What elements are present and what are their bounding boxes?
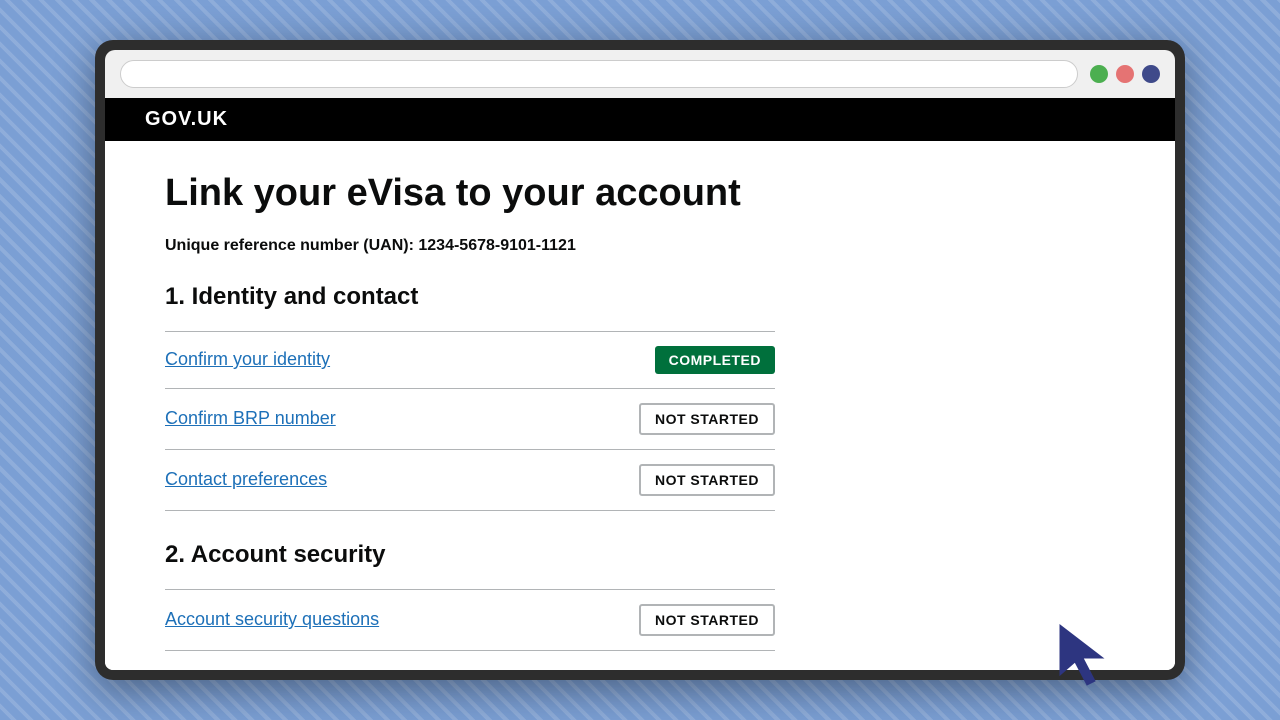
confirm-identity-link[interactable]: Confirm your identity bbox=[165, 349, 330, 370]
section1-heading: 1. Identity and contact bbox=[165, 283, 1115, 311]
page-content: Link your eVisa to your account Unique r… bbox=[105, 141, 1175, 670]
browser-content: GOV.UK Link your eVisa to your account U… bbox=[105, 98, 1175, 670]
table-row: Confirm BRP number NOT STARTED bbox=[165, 389, 775, 450]
traffic-lights bbox=[1090, 65, 1160, 83]
browser-chrome bbox=[105, 50, 1175, 98]
device-frame: GOV.UK Link your eVisa to your account U… bbox=[95, 40, 1185, 680]
table-row: Account security questions NOT STARTED bbox=[165, 590, 775, 651]
table-row: Contact preferences NOT STARTED bbox=[165, 450, 775, 511]
govuk-header: GOV.UK bbox=[105, 98, 1175, 141]
section1-task-list: Confirm your identity COMPLETED Confirm … bbox=[165, 331, 775, 511]
contact-preferences-link[interactable]: Contact preferences bbox=[165, 469, 327, 490]
dot-green bbox=[1090, 65, 1108, 83]
table-row: Confirm your identity COMPLETED bbox=[165, 332, 775, 389]
address-bar[interactable] bbox=[120, 60, 1078, 88]
section2-task-list: Account security questions NOT STARTED bbox=[165, 589, 775, 651]
confirm-brp-link[interactable]: Confirm BRP number bbox=[165, 408, 336, 429]
uan-reference: Unique reference number (UAN): 1234-5678… bbox=[165, 237, 1115, 255]
section2-heading: 2. Account security bbox=[165, 541, 1115, 569]
status-badge: NOT STARTED bbox=[639, 604, 775, 636]
status-badge: NOT STARTED bbox=[639, 403, 775, 435]
dot-blue bbox=[1142, 65, 1160, 83]
dot-red bbox=[1116, 65, 1134, 83]
page-title: Link your eVisa to your account bbox=[165, 171, 1115, 217]
status-badge: NOT STARTED bbox=[639, 464, 775, 496]
status-badge: COMPLETED bbox=[655, 346, 775, 374]
account-security-link[interactable]: Account security questions bbox=[165, 609, 379, 630]
govuk-logo: GOV.UK bbox=[145, 108, 228, 130]
